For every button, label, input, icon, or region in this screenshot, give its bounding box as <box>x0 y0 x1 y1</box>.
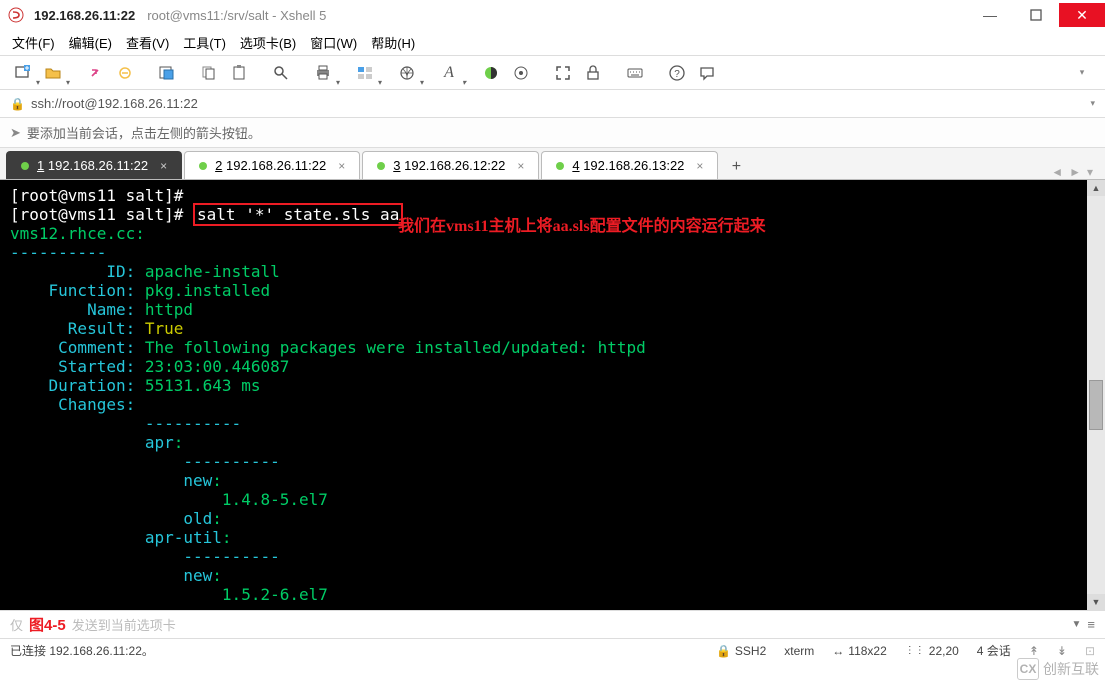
status-ssh: 🔒 SSH2 <box>716 644 766 658</box>
status-sessions: 4 会话 <box>977 642 1011 659</box>
color-scheme-icon[interactable] <box>478 60 504 86</box>
status-dot-icon <box>377 162 385 170</box>
address-bar[interactable]: 🔒 ssh://root@192.168.26.11:22 ▾ <box>0 90 1105 118</box>
font-icon[interactable]: A▾ <box>436 60 462 86</box>
status-connection: 已连接 192.168.26.11:22。 <box>10 642 698 659</box>
svg-text:?: ? <box>674 69 680 80</box>
session-tab-3[interactable]: 3 192.168.26.12:22 × <box>362 151 539 179</box>
status-dot-icon <box>556 162 564 170</box>
status-size: ↔ 118x22 <box>832 644 886 658</box>
close-button[interactable]: ✕ <box>1059 3 1105 27</box>
menu-help[interactable]: 帮助(H) <box>371 33 415 52</box>
pin-icon[interactable]: ➤ <box>10 125 21 141</box>
lock-icon[interactable] <box>580 60 606 86</box>
status-caps: ⊡ <box>1085 644 1095 658</box>
xagent-icon[interactable] <box>508 60 534 86</box>
status-term: xterm <box>784 644 814 658</box>
menu-tabs[interactable]: 选项卡(B) <box>240 33 296 52</box>
title-bar: 192.168.26.11:22 root@vms11:/srv/salt - … <box>0 0 1105 30</box>
toolbar-overflow-icon[interactable]: ▾ <box>1069 60 1095 86</box>
annotation-label: 我们在vms11主机上将aa.sls配置文件的内容运行起来 <box>398 212 766 236</box>
compose-dropdown-icon[interactable]: ▼ <box>1072 619 1082 630</box>
title-path: root@vms11:/srv/salt - Xshell 5 <box>147 8 326 23</box>
status-bar: 已连接 192.168.26.11:22。 🔒 SSH2 xterm ↔ 118… <box>0 638 1105 662</box>
hint-text: 要添加当前会话，点击左侧的箭头按钮。 <box>27 123 261 142</box>
encoding-icon[interactable]: ▾ <box>394 60 420 86</box>
scroll-thumb[interactable] <box>1089 380 1103 430</box>
new-tab-button[interactable]: + <box>724 155 748 179</box>
compose-input[interactable]: 发送到当前选项卡 <box>72 615 1066 634</box>
keyboard-icon[interactable] <box>622 60 648 86</box>
watermark: CX 创新互联 <box>1017 658 1099 680</box>
address-dropdown-icon[interactable]: ▾ <box>1090 98 1095 109</box>
watermark-icon: CX <box>1017 658 1039 680</box>
chat-icon[interactable] <box>694 60 720 86</box>
session-tab-1[interactable]: 1 192.168.26.11:22 × <box>6 151 182 179</box>
status-dot-icon <box>199 162 207 170</box>
tab-list-icon[interactable]: ▾ <box>1087 165 1093 179</box>
tab-prev-icon[interactable]: ◄ <box>1051 165 1063 179</box>
tab-close-icon[interactable]: × <box>517 159 524 173</box>
disconnect-icon[interactable] <box>112 60 138 86</box>
menu-window[interactable]: 窗口(W) <box>310 33 357 52</box>
compose-menu-icon[interactable]: ≡ <box>1087 617 1095 632</box>
tab-close-icon[interactable]: × <box>338 159 345 173</box>
copy-icon[interactable] <box>196 60 222 86</box>
tab-strip: 1 192.168.26.11:22 × 2 192.168.26.11:22 … <box>0 148 1105 180</box>
scrollbar[interactable]: ▲ ▼ <box>1087 180 1105 610</box>
scroll-up-icon[interactable]: ▲ <box>1087 180 1105 196</box>
scroll-down-icon[interactable]: ▼ <box>1087 594 1105 610</box>
tab-close-icon[interactable]: × <box>696 159 703 173</box>
new-session-icon[interactable]: ▾ <box>10 60 36 86</box>
session-tab-4[interactable]: 4 192.168.26.13:22 × <box>541 151 718 179</box>
menu-view[interactable]: 查看(V) <box>126 33 169 52</box>
status-dot-icon <box>21 162 29 170</box>
terminal-output: [root@vms11 salt]# [root@vms11 salt]# sa… <box>0 180 1105 610</box>
status-nav-down-icon[interactable]: ↡ <box>1057 644 1067 658</box>
menu-tools[interactable]: 工具(T) <box>183 33 226 52</box>
tab-close-icon[interactable]: × <box>160 159 167 173</box>
terminal-area[interactable]: [root@vms11 salt]# [root@vms11 salt]# sa… <box>0 180 1105 610</box>
hint-bar: ➤ 要添加当前会话，点击左侧的箭头按钮。 <box>0 118 1105 148</box>
compose-bar: 仅图4-5 发送到当前选项卡 ▼ ≡ <box>0 610 1105 638</box>
lock-small-icon: 🔒 <box>10 97 25 111</box>
maximize-button[interactable] <box>1013 3 1059 27</box>
menu-bar: 文件(F) 编辑(E) 查看(V) 工具(T) 选项卡(B) 窗口(W) 帮助(… <box>0 30 1105 56</box>
title-host: 192.168.26.11:22 <box>34 8 135 23</box>
input-prefix: 仅 <box>10 615 23 634</box>
app-icon <box>8 7 24 23</box>
search-icon[interactable] <box>268 60 294 86</box>
paste-icon[interactable] <box>226 60 252 86</box>
help-icon[interactable]: ? <box>664 60 690 86</box>
status-pos: ⋮⋮ 22,20 <box>905 644 959 658</box>
print-icon[interactable]: ▾ <box>310 60 336 86</box>
tab-next-icon[interactable]: ► <box>1069 165 1081 179</box>
minimize-button[interactable]: — <box>967 3 1013 27</box>
menu-edit[interactable]: 编辑(E) <box>69 33 112 52</box>
status-nav-up-icon[interactable]: ↟ <box>1029 644 1039 658</box>
properties-icon[interactable] <box>154 60 180 86</box>
fullscreen-icon[interactable] <box>550 60 576 86</box>
address-text: ssh://root@192.168.26.11:22 <box>31 96 1091 111</box>
toolbar: ▾ ▾ ▾ ▾ ▾ A▾ ? ▾ <box>0 56 1105 90</box>
menu-file[interactable]: 文件(F) <box>12 33 55 52</box>
reconnect-icon[interactable] <box>82 60 108 86</box>
figure-caption: 图4-5 <box>29 614 66 635</box>
highlighted-command: salt '*' state.sls aa <box>193 203 403 226</box>
session-tab-2[interactable]: 2 192.168.26.11:22 × <box>184 151 360 179</box>
layout-icon[interactable]: ▾ <box>352 60 378 86</box>
open-folder-icon[interactable]: ▾ <box>40 60 66 86</box>
